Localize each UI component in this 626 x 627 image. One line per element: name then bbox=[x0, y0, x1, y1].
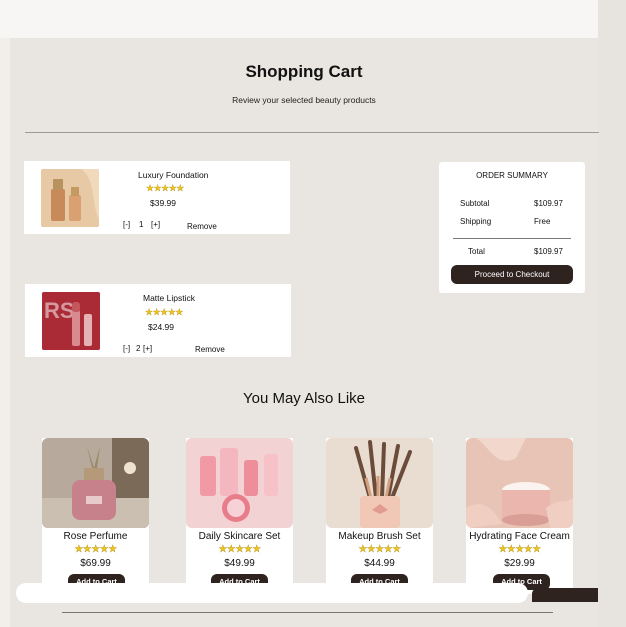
remove-button[interactable]: Remove bbox=[195, 345, 225, 354]
rating-stars: ★★★★★ bbox=[218, 544, 261, 555]
cart-item-name: Matte Lipstick bbox=[143, 293, 195, 303]
product-card: Hydrating Face Cream ★★★★★ $29.99 Add to… bbox=[466, 438, 573, 594]
top-header-bar bbox=[0, 0, 598, 38]
proceed-to-checkout-button[interactable]: Proceed to Checkout bbox=[451, 265, 573, 284]
rating-stars: ★★★★★ bbox=[74, 544, 117, 555]
product-card: Daily Skincare Set ★★★★★ $49.99 Add to C… bbox=[186, 438, 293, 594]
total-value: $109.97 bbox=[534, 247, 563, 256]
order-summary-title: ORDER SUMMARY bbox=[476, 171, 548, 180]
foundation-product-image bbox=[41, 169, 99, 227]
bottom-input-bar[interactable] bbox=[16, 583, 528, 603]
svg-text:RS: RS bbox=[44, 298, 75, 323]
product-name: Rose Perfume bbox=[63, 531, 128, 542]
product-name: Daily Skincare Set bbox=[198, 531, 281, 542]
product-card: Makeup Brush Set ★★★★★ $44.99 Add to Car… bbox=[326, 438, 433, 594]
product-price: $69.99 bbox=[80, 558, 111, 569]
right-scroll-strip bbox=[598, 0, 626, 627]
product-card: Rose Perfume ★★★★★ $69.99 Add to Cart bbox=[42, 438, 149, 594]
increase-quantity-button[interactable]: [+] bbox=[143, 344, 152, 353]
decrease-quantity-button[interactable]: [-] bbox=[123, 344, 130, 353]
decrease-quantity-button[interactable]: [-] bbox=[123, 220, 130, 229]
rating-stars: ★★★★★ bbox=[358, 544, 401, 555]
product-price: $49.99 bbox=[224, 558, 255, 569]
cart-item: RS Matte Lipstick ★★★★★ $24.99 [-] 2 [+]… bbox=[25, 284, 291, 357]
product-name: Hydrating Face Cream bbox=[469, 531, 570, 542]
subtotal-label: Subtotal bbox=[460, 199, 490, 208]
rating-stars: ★★★★★ bbox=[498, 544, 541, 555]
product-price: $29.99 bbox=[504, 558, 535, 569]
total-label: Total bbox=[468, 247, 485, 256]
order-summary-card: ORDER SUMMARY Subtotal $109.97 Shipping … bbox=[439, 162, 585, 293]
rating-stars: ★★★★★ bbox=[145, 307, 184, 317]
quantity-value: 1 bbox=[139, 220, 144, 229]
shipping-label: Shipping bbox=[460, 217, 492, 226]
cart-page: Shopping Cart Review your selected beaut… bbox=[10, 38, 599, 627]
brush-set-product-image bbox=[326, 438, 433, 528]
perfume-product-image bbox=[42, 438, 149, 528]
summary-divider bbox=[453, 238, 571, 239]
rating-stars: ★★★★★ bbox=[146, 183, 185, 193]
cart-item-price: $24.99 bbox=[148, 322, 174, 332]
product-price: $44.99 bbox=[364, 558, 395, 569]
shipping-value: Free bbox=[534, 217, 551, 226]
product-name: Makeup Brush Set bbox=[338, 531, 421, 542]
cart-item-price: $39.99 bbox=[150, 198, 176, 208]
subtotal-value: $109.97 bbox=[534, 199, 563, 208]
remove-button[interactable]: Remove bbox=[187, 222, 217, 231]
cart-item: Luxury Foundation ★★★★★ $39.99 [-] 1 [+]… bbox=[24, 161, 290, 234]
lipstick-product-image: RS bbox=[42, 292, 100, 350]
footer-divider bbox=[62, 612, 553, 613]
quantity-value: 2 bbox=[136, 344, 141, 353]
cart-item-name: Luxury Foundation bbox=[138, 170, 209, 180]
divider bbox=[25, 132, 599, 133]
increase-quantity-button[interactable]: [+] bbox=[151, 220, 160, 229]
page-title: Shopping Cart bbox=[245, 62, 363, 81]
recommendations-heading: You May Also Like bbox=[242, 390, 366, 407]
skincare-product-image bbox=[186, 438, 293, 528]
bottom-action-button[interactable] bbox=[532, 588, 598, 602]
page-subtitle: Review your selected beauty products bbox=[232, 95, 376, 105]
face-cream-product-image bbox=[466, 438, 573, 528]
